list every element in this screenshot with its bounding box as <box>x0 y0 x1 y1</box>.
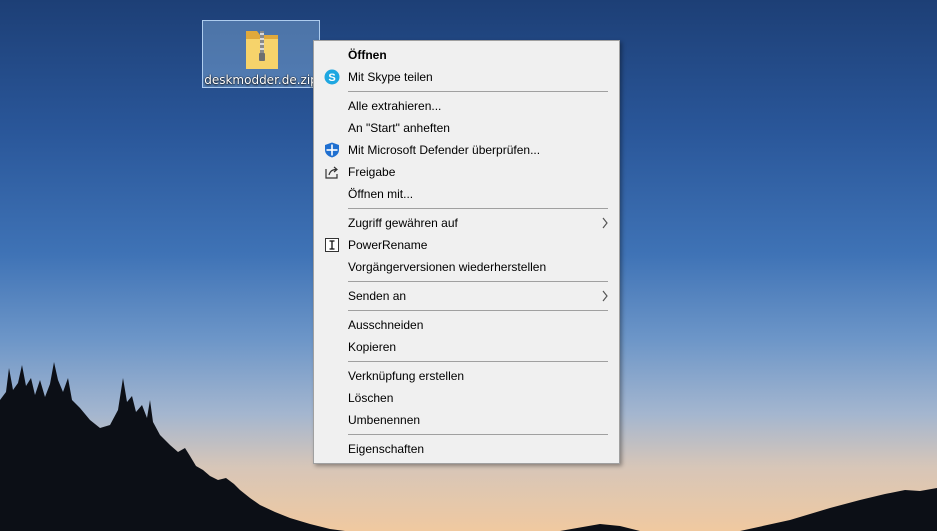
menu-item-defender-scan[interactable]: Mit Microsoft Defender überprüfen... <box>314 139 619 161</box>
menu-item-label: PowerRename <box>348 238 428 252</box>
defender-shield-icon <box>325 142 339 158</box>
menu-item-label: Mit Microsoft Defender überprüfen... <box>348 143 541 157</box>
menu-item-label: An "Start" anheften <box>348 121 450 135</box>
menu-item-powerrename[interactable]: PowerRename <box>314 234 619 256</box>
menu-separator <box>348 281 608 282</box>
menu-separator <box>348 91 608 92</box>
zip-folder-icon <box>246 31 278 69</box>
menu-item-label: Eigenschaften <box>348 442 425 456</box>
menu-item-label: Verknüpfung erstellen <box>348 369 465 383</box>
menu-item-label: Löschen <box>348 391 394 405</box>
menu-item-send-to[interactable]: Senden an <box>314 285 619 307</box>
menu-separator <box>348 361 608 362</box>
menu-item-label: Alle extrahieren... <box>348 99 442 113</box>
menu-item-extract-all[interactable]: Alle extrahieren... <box>314 95 619 117</box>
menu-separator <box>348 208 608 209</box>
menu-separator <box>348 434 608 435</box>
menu-item-label: Freigabe <box>348 165 396 179</box>
skype-icon: S <box>324 69 340 85</box>
powerrename-icon <box>325 238 339 252</box>
menu-item-open[interactable]: Öffnen <box>314 44 619 66</box>
menu-item-label: Öffnen mit... <box>348 187 414 201</box>
chevron-right-icon <box>602 290 608 302</box>
menu-item-restore-previous-versions[interactable]: Vorgängerversionen wiederherstellen <box>314 256 619 278</box>
menu-item-copy[interactable]: Kopieren <box>314 336 619 358</box>
context-menu: Öffnen S Mit Skype teilen Alle extrahier… <box>313 40 620 464</box>
menu-item-pin-to-start[interactable]: An "Start" anheften <box>314 117 619 139</box>
menu-item-properties[interactable]: Eigenschaften <box>314 438 619 460</box>
menu-item-create-shortcut[interactable]: Verknüpfung erstellen <box>314 365 619 387</box>
menu-item-label: Öffnen <box>348 48 387 62</box>
menu-item-share[interactable]: Freigabe <box>314 161 619 183</box>
menu-item-give-access[interactable]: Zugriff gewähren auf <box>314 212 619 234</box>
menu-item-delete[interactable]: Löschen <box>314 387 619 409</box>
menu-item-label: Zugriff gewähren auf <box>348 216 458 230</box>
menu-item-open-with[interactable]: Öffnen mit... <box>314 183 619 205</box>
menu-item-label: Vorgängerversionen wiederherstellen <box>348 260 547 274</box>
menu-separator <box>348 310 608 311</box>
menu-item-label: Ausschneiden <box>348 318 424 332</box>
zip-file-desktop-icon[interactable]: deskmodder.de.zip <box>202 20 320 88</box>
share-icon <box>325 166 338 179</box>
chevron-right-icon <box>602 217 608 229</box>
menu-item-label: Umbenennen <box>348 413 421 427</box>
desktop[interactable]: deskmodder.de.zip Öffnen S Mit Skype tei… <box>0 0 937 531</box>
file-name-label: deskmodder.de.zip <box>204 73 318 87</box>
menu-item-cut[interactable]: Ausschneiden <box>314 314 619 336</box>
menu-item-label: Senden an <box>348 289 407 303</box>
svg-text:S: S <box>328 72 335 84</box>
menu-item-rename[interactable]: Umbenennen <box>314 409 619 431</box>
menu-item-label: Kopieren <box>348 340 397 354</box>
menu-item-label: Mit Skype teilen <box>348 70 433 84</box>
menu-item-share-skype[interactable]: S Mit Skype teilen <box>314 66 619 88</box>
